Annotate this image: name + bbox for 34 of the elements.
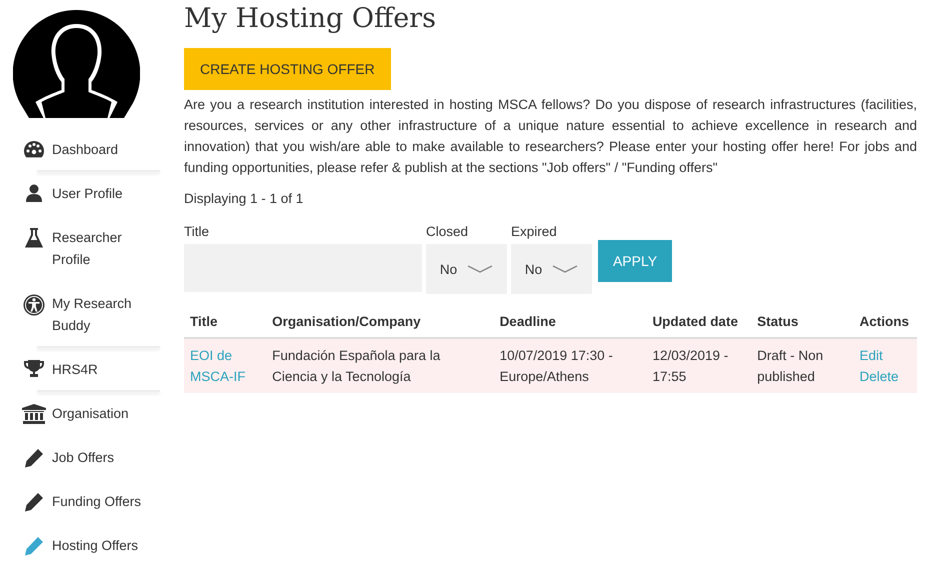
bank-icon: [22, 404, 46, 424]
chevron-down-icon: [552, 265, 578, 273]
sidebar-item[interactable]: Hosting Offers: [0, 524, 160, 568]
table-cell: Draft - Non published: [751, 338, 854, 393]
closed-select[interactable]: No: [426, 244, 507, 294]
pencil-icon: [24, 536, 44, 556]
page-title: My Hosting Offers: [184, 2, 437, 36]
table-cell: 10/07/2019 17:30 - Europe/Athens: [494, 338, 646, 393]
flask-icon: [25, 228, 43, 248]
sidebar-item[interactable]: Researcher Profile: [0, 216, 160, 282]
field-label: Title: [184, 224, 210, 240]
pencil-icon: [24, 492, 44, 512]
expired-select[interactable]: No: [511, 244, 592, 294]
table-cell: Fundación Española para la Ciencia y la Tecnología: [266, 338, 494, 393]
sidebar-item[interactable]: Dashboard: [0, 128, 160, 172]
accessibility-icon: [23, 294, 45, 316]
sidebar-item[interactable]: HRS4R: [0, 348, 160, 392]
avatar-icon: [13, 10, 140, 118]
intro-text: Are you a research institution interested in hosting MSCA fellows? Do you dispose of research infrastructures (facilities, resources, services or any other infrastructure of a unique nature essential to achieve excellence in research and innovation) that you wish/are able to make available to researchers? Please enter your hosting offer here! For jobs and funding opportunities, please refer & publish at the sections "Job offers" / "Funding offers": [184, 96, 917, 177]
field-label: Closed: [426, 224, 470, 240]
results-count: Displaying 1 - 1 of 1: [184, 191, 304, 206]
user-icon: [25, 184, 43, 202]
table-cell: 12/03/2019 - 17:55: [646, 338, 752, 393]
chevron-down-icon: [467, 265, 494, 273]
sidebar-item[interactable]: Job Offers: [0, 436, 160, 480]
dashboard-icon: [23, 140, 45, 158]
sidebar-item[interactable]: Funding Offers: [0, 480, 160, 524]
field-label: Expired: [511, 224, 558, 240]
pencil-icon: [24, 448, 44, 468]
sidebar-item[interactable]: User Profile: [0, 172, 160, 216]
sidebar-item[interactable]: Organisation: [0, 392, 160, 436]
create-offer-button[interactable]: CREATE HOSTING OFFER: [184, 48, 391, 90]
trophy-icon: [24, 360, 44, 378]
sidebar-item[interactable]: My Research Buddy: [0, 282, 160, 348]
